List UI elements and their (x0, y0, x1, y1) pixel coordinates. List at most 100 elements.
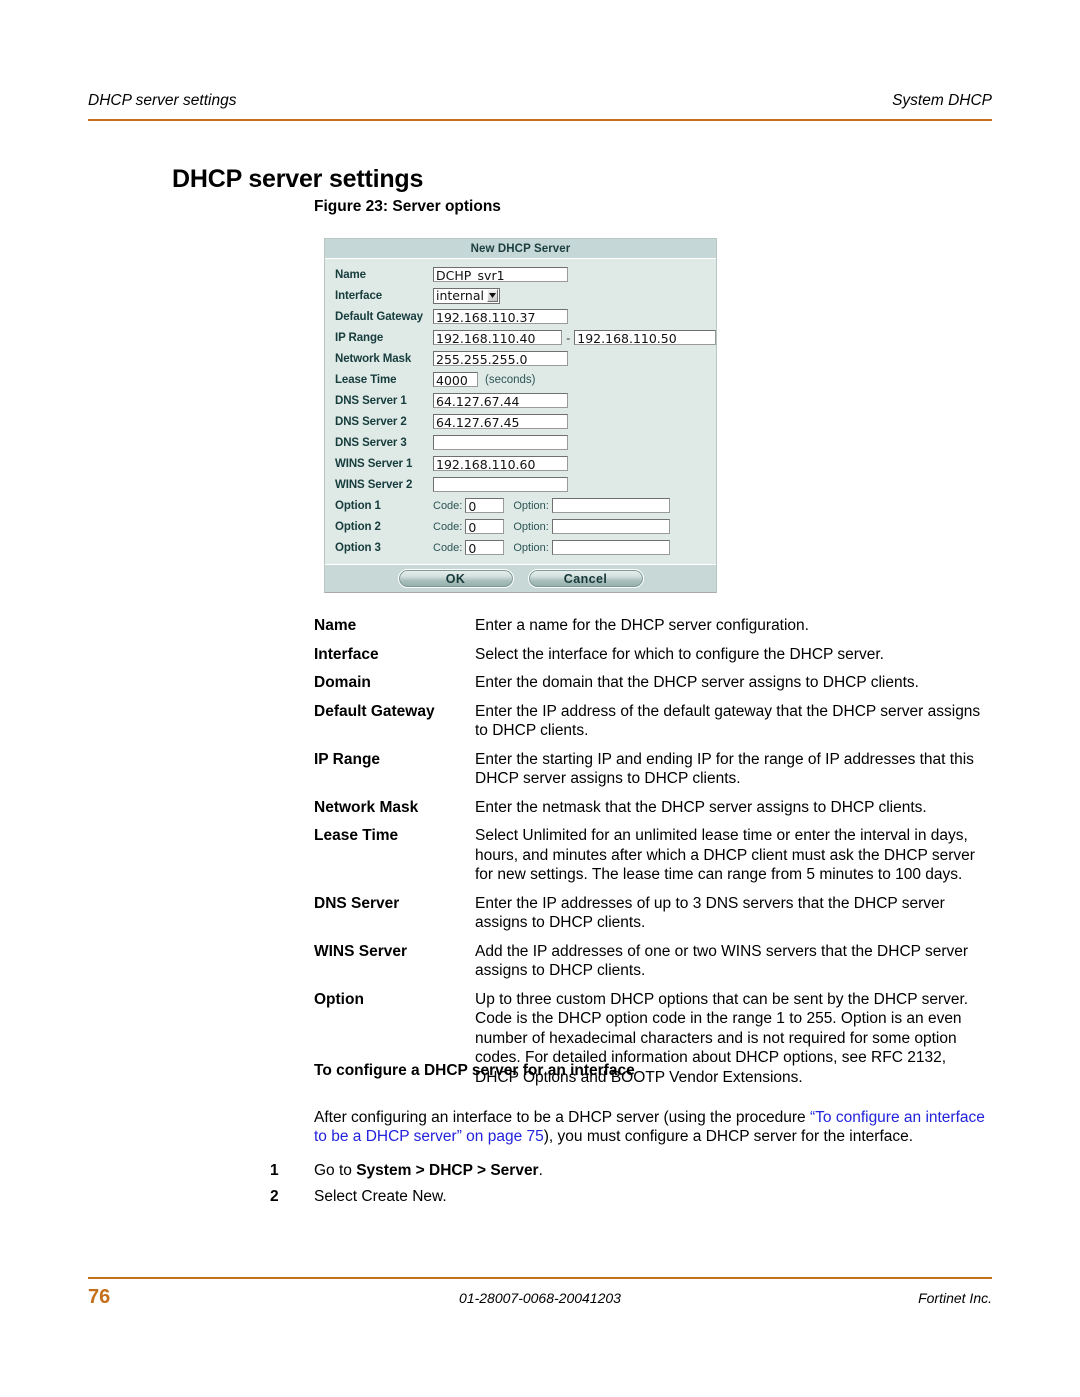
ip-range-end-input[interactable]: 192.168.110.50 (574, 330, 716, 345)
dns-server-3-label: DNS Server 3 (335, 436, 407, 449)
ip-range-separator: - (566, 330, 571, 345)
dialog-body: Name DCHP_svr1 Interface internal Defaul… (325, 259, 716, 560)
footer-rule (88, 1277, 992, 1279)
option-3-code-input[interactable]: 0 (465, 540, 505, 555)
dns-server-1-input[interactable]: 64.127.67.44 (433, 393, 568, 408)
procedure-intro-after: ), you must configure a DHCP server for … (543, 1128, 914, 1146)
option-1-value-input[interactable] (551, 498, 670, 513)
header-rule (88, 119, 992, 121)
wins-server-2-label: WINS Server 2 (335, 478, 413, 491)
default-gateway-input[interactable]: 192.168.110.37 (433, 309, 568, 324)
field-row-wins-server-2: WINS Server 2 (325, 474, 716, 495)
field-row-network-mask: Network Mask 255.255.255.0 (325, 348, 716, 369)
field-row-option-2: Option 2 Code: 0 Option: (325, 516, 716, 537)
dns-server-2-label: DNS Server 2 (335, 415, 407, 428)
field-row-option-1: Option 1 Code: 0 Option: (325, 495, 716, 516)
footer-document-number: 01-28007-0068-20041203 (459, 1290, 621, 1306)
network-mask-input[interactable]: 255.255.255.0 (433, 351, 568, 366)
option-1-label: Option 1 (335, 499, 381, 512)
option-3-value-input[interactable] (551, 540, 670, 555)
option-2-code-label: Code: (433, 520, 463, 533)
network-mask-label: Network Mask (335, 352, 412, 365)
option-2-label: Option 2 (335, 520, 381, 533)
field-row-wins-server-1: WINS Server 1 192.168.110.60 (325, 453, 716, 474)
procedure-intro: After configuring an interface to be a D… (314, 1108, 992, 1148)
definition-term: WINS Server (314, 942, 408, 960)
procedure-step: 1 Go to System > DHCP > Server. (270, 1162, 990, 1180)
option-3-label: Option 3 (335, 541, 381, 554)
definition-row: Domain Enter the domain that the DHCP ser… (314, 673, 992, 693)
procedure-step-text: Go to System > DHCP > Server. (314, 1162, 990, 1180)
dns-server-1-label: DNS Server 1 (335, 394, 407, 407)
interface-select[interactable]: internal (433, 287, 500, 304)
field-row-lease-time: Lease Time 4000 (seconds) (325, 369, 716, 390)
procedure-step-text-before: Go to (314, 1162, 357, 1179)
wins-server-1-input[interactable]: 192.168.110.60 (433, 456, 568, 471)
ip-range-start-input[interactable]: 192.168.110.40 (433, 330, 563, 345)
lease-time-input[interactable]: 4000 (433, 372, 478, 387)
procedure-step-text-emphasis: System > DHCP > Server (356, 1162, 539, 1179)
figure-caption: Figure 23: Server options (314, 198, 501, 215)
wins-server-2-input[interactable] (433, 477, 568, 492)
definition-description: Enter the IP addresses of up to 3 DNS se… (475, 894, 945, 932)
option-1-code-label: Code: (433, 499, 463, 512)
lease-time-label: Lease Time (335, 373, 397, 386)
procedure-heading: To configure a DHCP server for an interf… (314, 1062, 635, 1079)
definition-row: DNS Server Enter the IP addresses of up t… (314, 894, 992, 933)
dns-server-2-input[interactable]: 64.127.67.45 (433, 414, 568, 429)
definition-description: Enter the netmask that the DHCP server a… (475, 798, 927, 816)
definition-description: Enter the IP address of the default gate… (475, 702, 981, 740)
field-descriptions-list: Name Enter a name for the DHCP server con… (314, 616, 992, 1096)
dialog-button-bar: OK Cancel (325, 564, 716, 592)
ok-button[interactable]: OK (397, 569, 514, 588)
procedure-step: 2 Select Create New. (270, 1188, 990, 1206)
field-row-dns-server-1: DNS Server 1 64.127.67.44 (325, 390, 716, 411)
procedure-step-text-after: . (538, 1162, 543, 1179)
field-row-dns-server-2: DNS Server 2 64.127.67.45 (325, 411, 716, 432)
field-row-dns-server-3: DNS Server 3 (325, 432, 716, 453)
definition-term: Domain (314, 674, 371, 692)
cancel-button[interactable]: Cancel (527, 569, 644, 588)
definition-row: Network Mask Enter the netmask that the D… (314, 798, 992, 818)
running-header-left: DHCP server settings (88, 92, 237, 109)
definition-row: Lease Time Select Unlimited for an unlimi… (314, 826, 992, 885)
definition-term: Name (314, 617, 357, 634)
definition-term: DNS Server (314, 894, 400, 912)
definition-term: Default Gateway (314, 702, 435, 720)
lease-time-unit: (seconds) (485, 373, 536, 386)
dialog-titlebar: New DHCP Server (325, 239, 716, 259)
option-1-code-input[interactable]: 0 (465, 498, 505, 513)
interface-label: Interface (335, 289, 383, 302)
option-2-value-label: Option: (513, 520, 549, 533)
figure-image-server-options: New DHCP Server Name DCHP_svr1 Interface… (314, 234, 718, 596)
interface-select-value: internal (436, 288, 484, 303)
running-header: DHCP server settings System DHCP (88, 92, 992, 110)
definition-row: Interface Select the interface for which … (314, 645, 992, 665)
option-2-code-input[interactable]: 0 (465, 519, 505, 534)
ip-range-label: IP Range (335, 331, 384, 344)
running-header-right: System DHCP (892, 92, 992, 109)
procedure-step-number: 2 (270, 1188, 279, 1205)
footer-page-number: 76 (88, 1286, 111, 1308)
definition-term: Lease Time (314, 827, 399, 845)
option-3-value-label: Option: (513, 541, 549, 554)
procedure-step-text: Select Create New. (314, 1188, 990, 1206)
definition-term: Network Mask (314, 798, 419, 816)
default-gateway-label: Default Gateway (335, 310, 423, 323)
definition-term: Interface (314, 645, 379, 663)
procedure-step-number: 1 (270, 1162, 279, 1179)
wins-server-1-label: WINS Server 1 (335, 457, 413, 470)
field-row-option-3: Option 3 Code: 0 Option: (325, 537, 716, 558)
definition-description: Enter the starting IP and ending IP for … (475, 750, 974, 788)
option-1-value-label: Option: (513, 499, 549, 512)
definition-row: IP Range Enter the starting IP and ending… (314, 750, 992, 789)
field-row-default-gateway: Default Gateway 192.168.110.37 (325, 306, 716, 327)
definition-description: Enter the domain that the DHCP server as… (475, 674, 919, 692)
name-label: Name (335, 268, 366, 281)
definition-description: Select Unlimited for an unlimited lease … (475, 827, 975, 884)
name-input[interactable]: DCHP_svr1 (433, 267, 568, 282)
definition-description: Select the interface for which to config… (475, 645, 884, 663)
option-2-value-input[interactable] (551, 519, 670, 534)
dns-server-3-input[interactable] (433, 435, 568, 450)
definition-description: Add the IP addresses of one or two WINS … (475, 942, 969, 980)
